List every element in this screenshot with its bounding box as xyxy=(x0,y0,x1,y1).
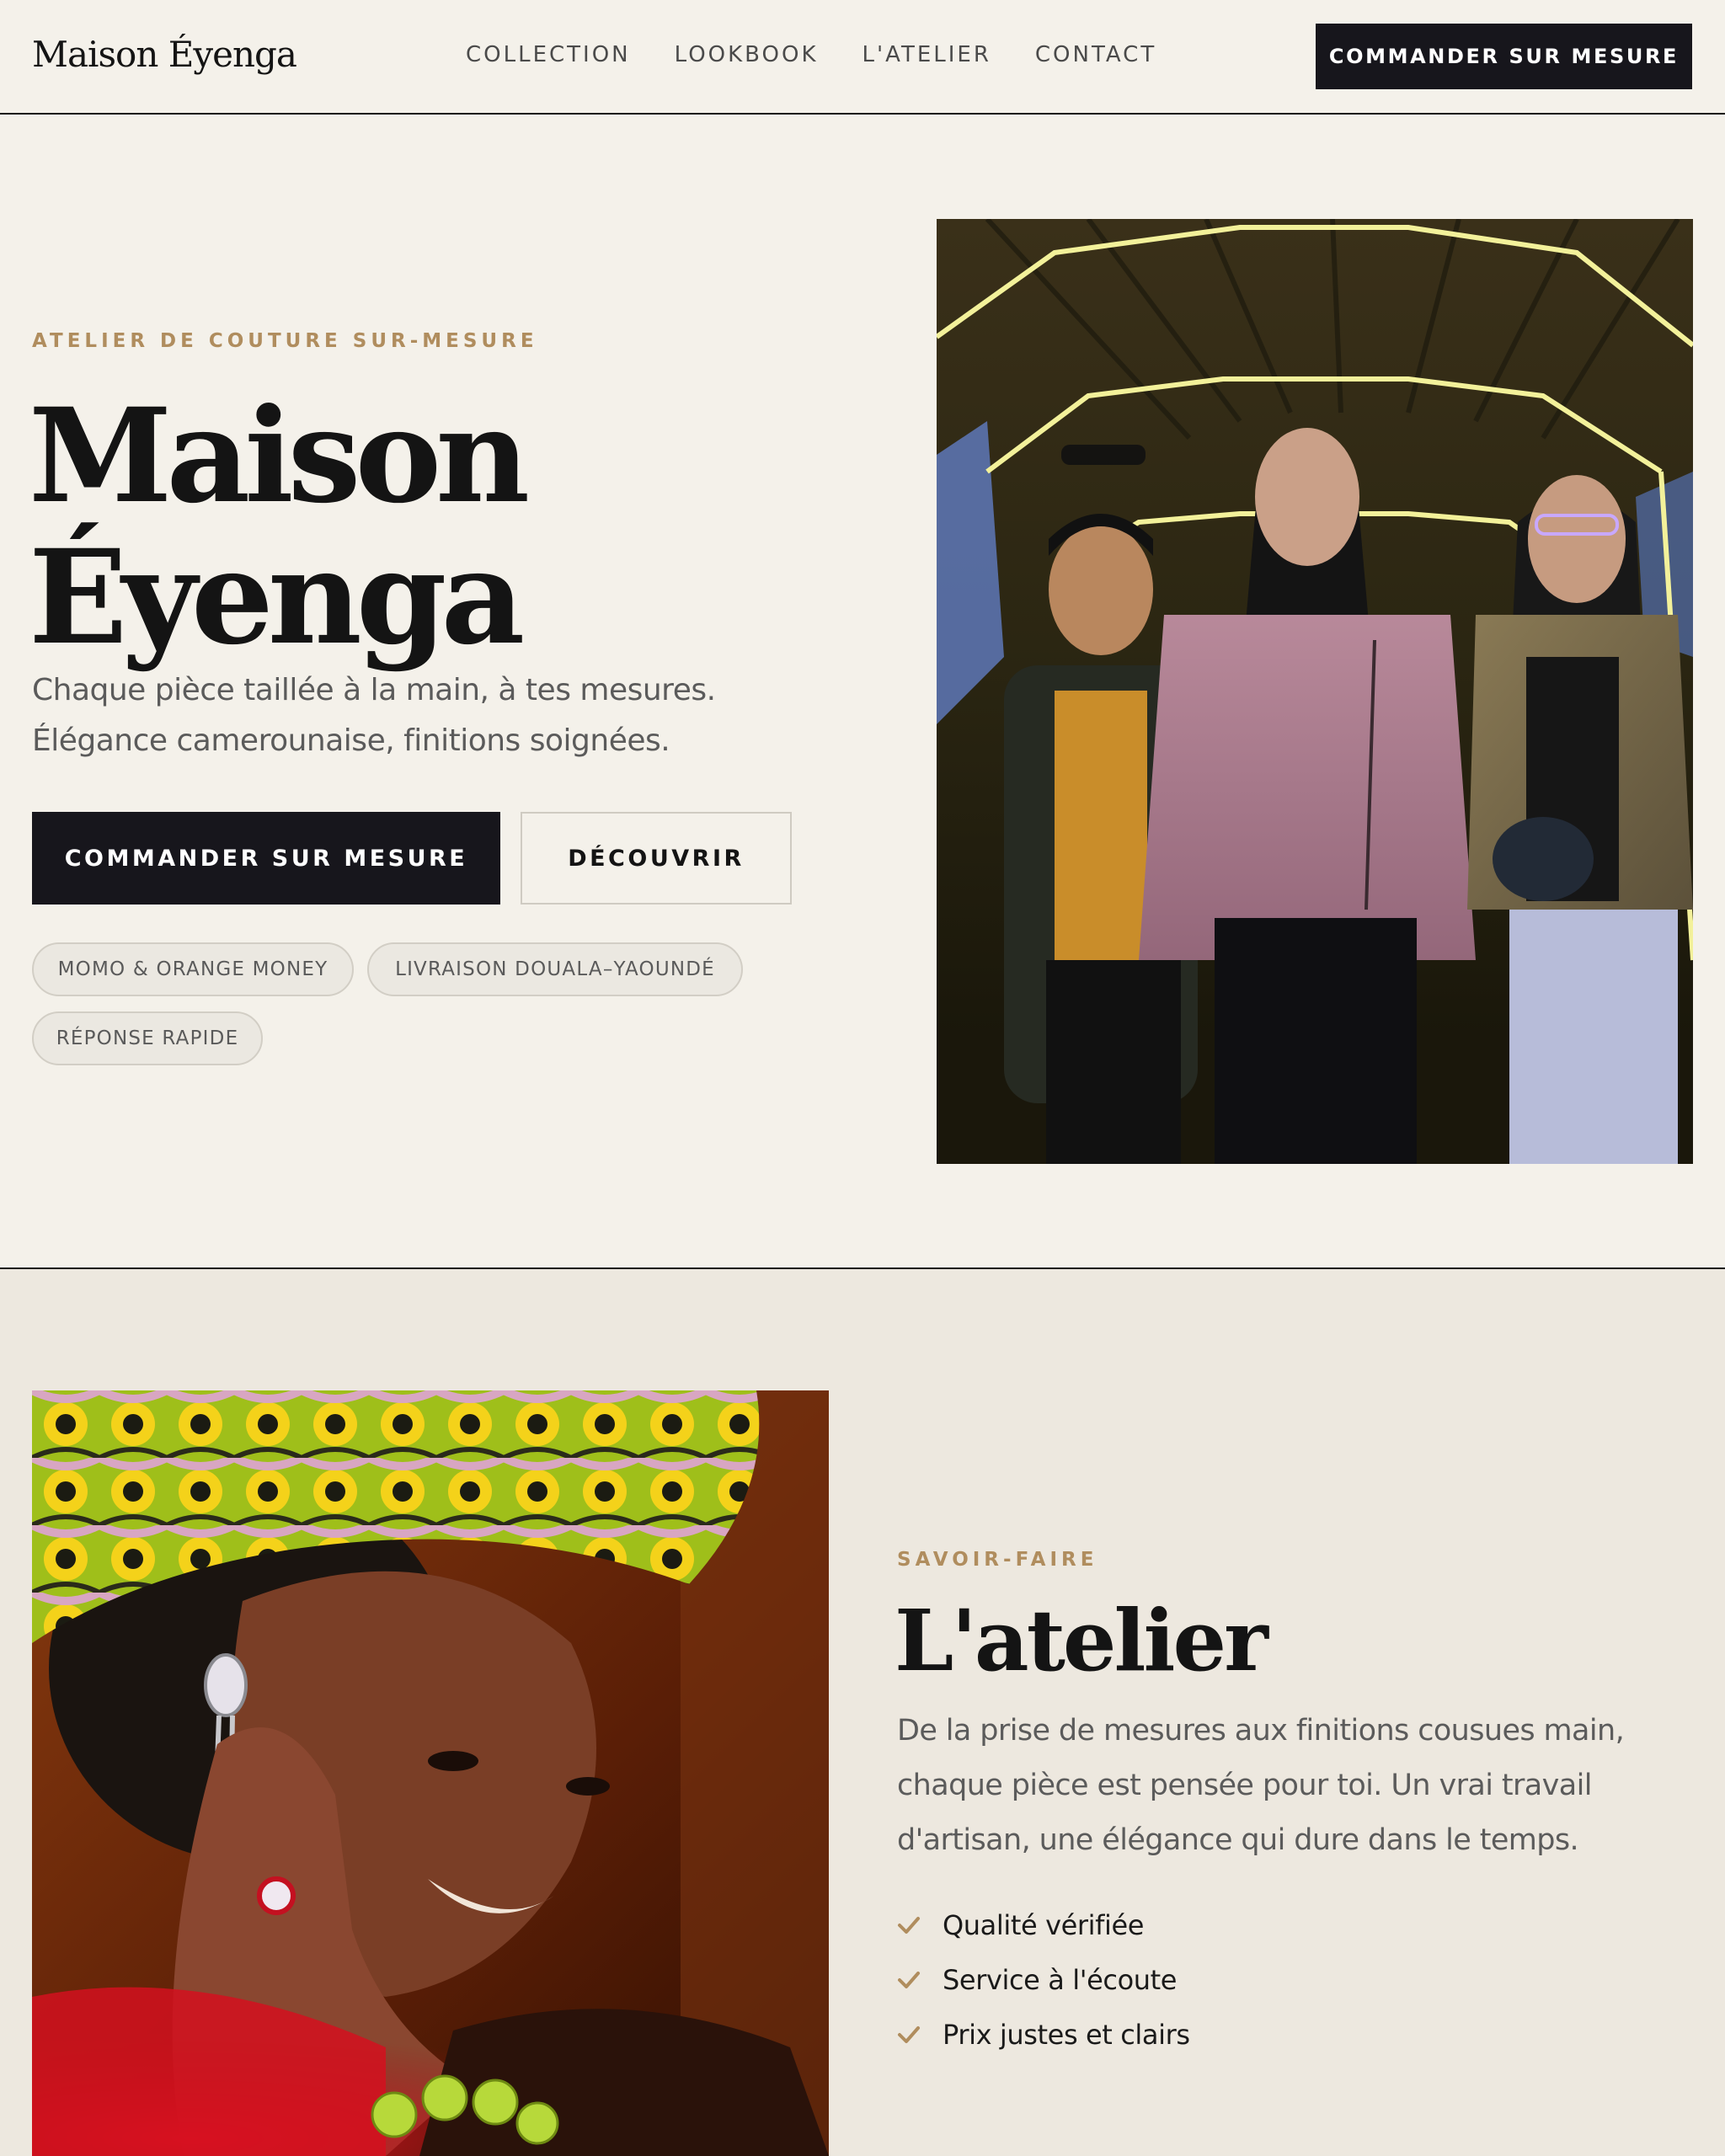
check-icon xyxy=(898,2025,920,2043)
payment-chip: MOMO & ORANGE MONEY xyxy=(32,942,354,996)
nav-collection[interactable]: COLLECTION xyxy=(466,42,631,71)
atelier-title: L'atelier xyxy=(895,1591,1268,1690)
atelier-text-line3: d'artisan, une élégance qui dure dans le… xyxy=(897,1823,1579,1857)
atelier-section: SAVOIR-FAIRE L'atelier De la prise de me… xyxy=(0,1269,1725,2156)
hero-subtitle-line2: Élégance camerounaise, finitions soignée… xyxy=(32,723,670,758)
atelier-text-line2: chaque pièce est pensée pour toi. Un vra… xyxy=(897,1769,1592,1802)
feature-item: Service à l'écoute xyxy=(897,1952,1190,2007)
nav-atelier[interactable]: L'ATELIER xyxy=(862,42,991,71)
feature-label: Prix justes et clairs xyxy=(943,2018,1190,2051)
nav-lookbook[interactable]: LOOKBOOK xyxy=(675,42,819,71)
delivery-chip: LIVRAISON DOUALA–YAOUNDÉ xyxy=(367,942,743,996)
header-order-button[interactable]: COMMANDER SUR MESURE xyxy=(1316,24,1692,89)
atelier-photo-illustration xyxy=(32,1390,829,2156)
atelier-eyebrow: SAVOIR-FAIRE xyxy=(897,1549,1098,1571)
hero-section: ATELIER DE COUTURE SUR-MESURE Maison Éye… xyxy=(0,116,1725,1269)
hero-photo-illustration xyxy=(937,219,1693,1164)
atelier-text-line1: De la prise de mesures aux finitions cou… xyxy=(897,1714,1625,1748)
atelier-description: De la prise de mesures aux finitions cou… xyxy=(897,1704,1689,1868)
hero-discover-button[interactable]: DÉCOUVRIR xyxy=(521,812,792,905)
response-chip: RÉPONSE RAPIDE xyxy=(32,1011,263,1065)
feature-item: Qualité vérifiée xyxy=(897,1897,1190,1952)
feature-item: Prix justes et clairs xyxy=(897,2007,1190,2062)
hero-order-button[interactable]: COMMANDER SUR MESURE xyxy=(32,812,500,905)
nav-contact[interactable]: CONTACT xyxy=(1035,42,1156,71)
hero-title-line2: Éyenga xyxy=(29,521,525,674)
hero-photo xyxy=(937,219,1693,1164)
hero-subtitle-line1: Chaque pièce taillée à la main, à tes me… xyxy=(32,673,716,707)
hero-title-line1: Maison xyxy=(29,380,530,532)
check-icon xyxy=(898,1971,920,1988)
feature-list: Qualité vérifiée Service à l'écoute Prix… xyxy=(897,1897,1190,2062)
feature-label: Qualité vérifiée xyxy=(943,1908,1145,1941)
feature-label: Service à l'écoute xyxy=(943,1963,1178,1996)
hero-title: Maison Éyenga xyxy=(29,386,787,669)
site-header: Maison Éyenga COLLECTION LOOKBOOK L'ATEL… xyxy=(0,0,1725,115)
hero-eyebrow: ATELIER DE COUTURE SUR-MESURE xyxy=(32,330,538,352)
atelier-photo xyxy=(32,1390,829,2156)
logo[interactable]: Maison Éyenga xyxy=(32,34,297,75)
hero-subtitle: Chaque pièce taillée à la main, à tes me… xyxy=(32,665,874,766)
main-nav: COLLECTION LOOKBOOK L'ATELIER CONTACT xyxy=(466,42,1156,71)
check-icon xyxy=(898,1916,920,1934)
